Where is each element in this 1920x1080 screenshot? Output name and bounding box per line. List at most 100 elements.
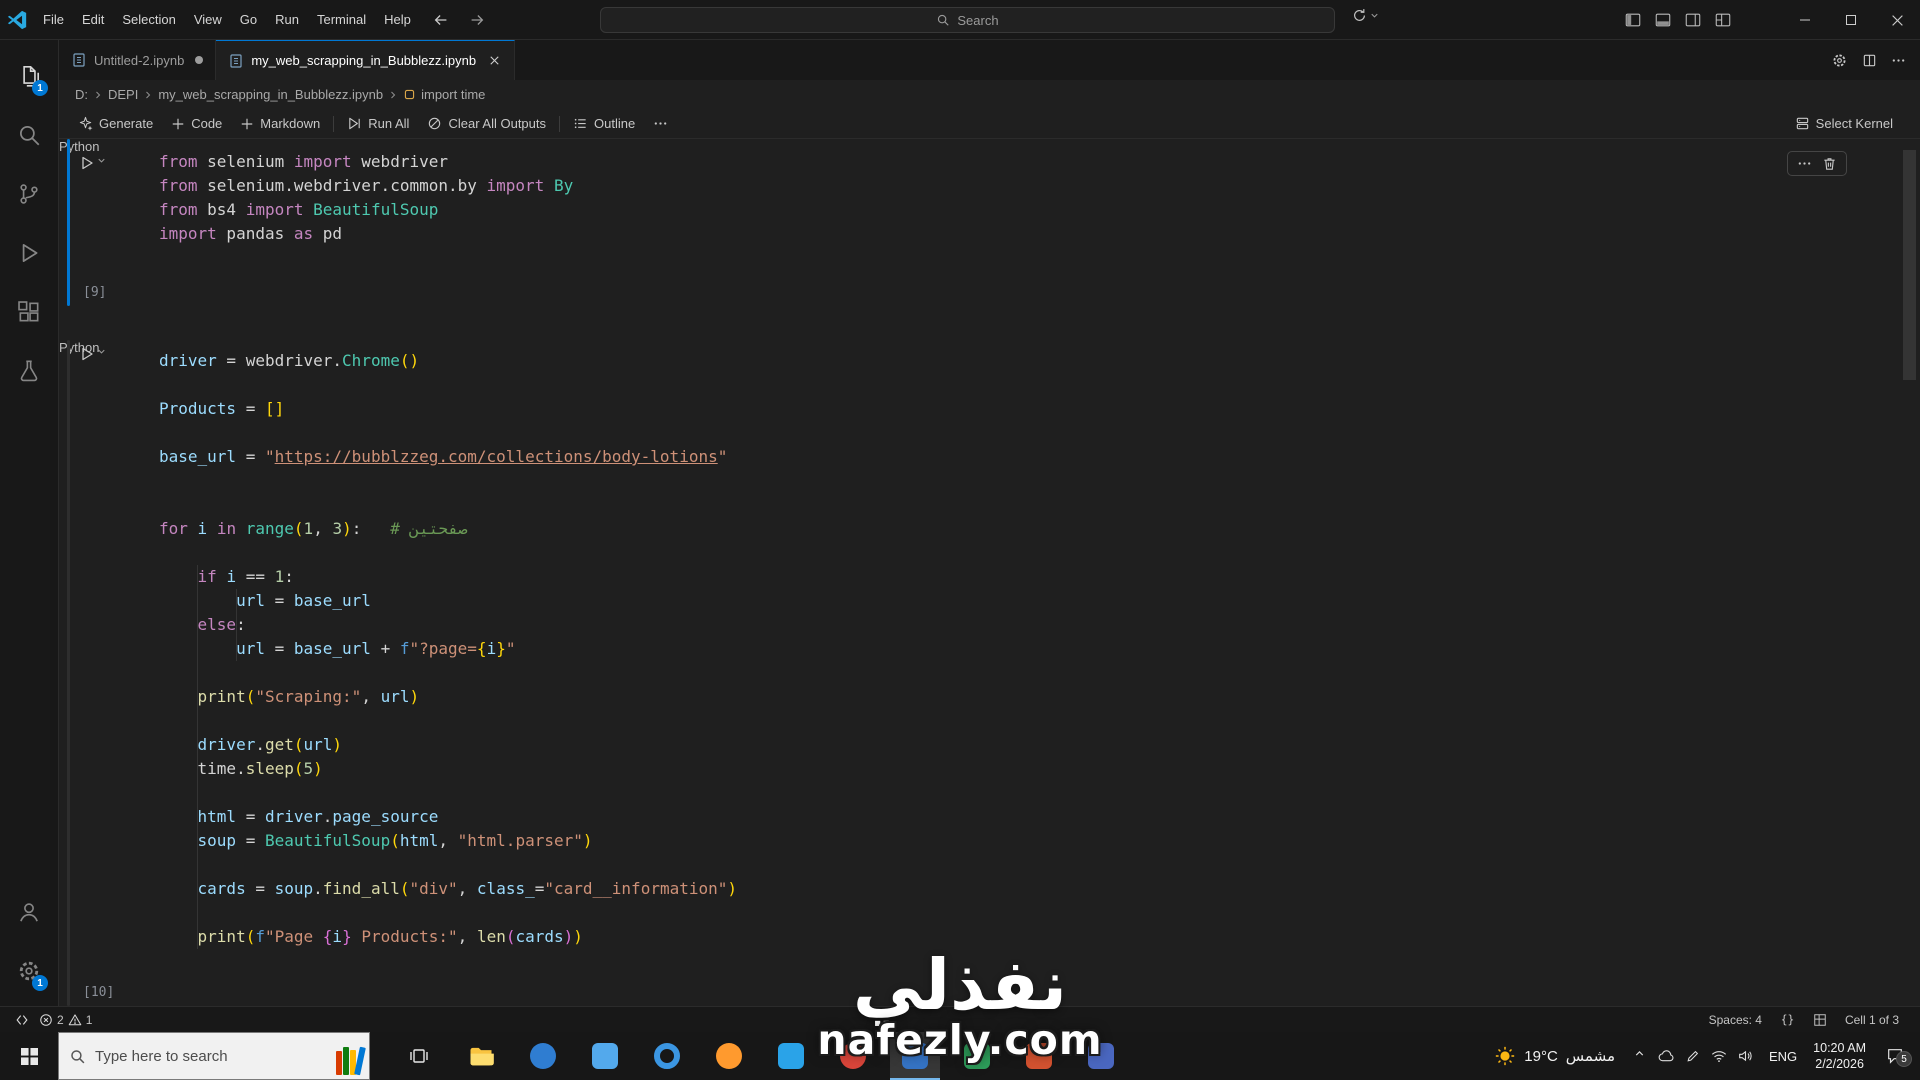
excel[interactable] (952, 1032, 1002, 1080)
tab-2[interactable]: my_web_scrapping_in_Bubblezz.ipynb (216, 40, 516, 80)
problems-indicator[interactable]: 2 1 (34, 1009, 97, 1031)
activity-accounts[interactable] (5, 882, 53, 941)
forward-button[interactable] (462, 5, 492, 35)
wifi-tray-icon[interactable] (1711, 1050, 1727, 1063)
menu-run[interactable]: Run (266, 0, 308, 40)
vscode[interactable] (766, 1032, 816, 1080)
close-window-button[interactable] (1874, 0, 1920, 40)
cell-code[interactable]: driver = webdriver.Chrome() Products = [… (159, 349, 1866, 949)
toolbar-select-kernel-button[interactable]: Select Kernel (1786, 111, 1902, 137)
more-actions-button[interactable] (1891, 53, 1906, 68)
status-braces[interactable]: {} (1775, 1009, 1800, 1031)
toggle-sidebar-icon[interactable] (1624, 11, 1642, 29)
menu-view[interactable]: View (185, 0, 231, 40)
indent-guide (197, 565, 198, 949)
language-indicator[interactable]: ENG (1765, 1049, 1801, 1064)
command-center-search[interactable]: Search (600, 7, 1335, 33)
edge-browser[interactable] (518, 1032, 568, 1080)
toolbar-label: Markdown (260, 116, 321, 131)
toolbar-clear-outputs-button[interactable]: Clear All Outputs (418, 111, 555, 137)
run-cell-button[interactable] (79, 346, 107, 362)
menu-go[interactable]: Go (231, 0, 266, 40)
toolbar-label: Clear All Outputs (448, 116, 546, 131)
toolbar-outline-button[interactable]: Outline (564, 111, 644, 137)
weather-widget[interactable]: 19°C مشمس (1488, 1045, 1621, 1067)
pen-tray-icon[interactable] (1686, 1049, 1700, 1063)
code-line: if i == 1: (197, 567, 294, 586)
split-editor-button[interactable] (1862, 53, 1877, 68)
more-actions-icon[interactable] (1797, 156, 1812, 171)
activity-settings[interactable]: 1 (5, 941, 53, 1000)
microsoft-store[interactable] (580, 1032, 630, 1080)
menu-selection[interactable]: Selection (113, 0, 184, 40)
cell-code[interactable]: from selenium import webdriver from selen… (159, 150, 1866, 246)
toolbar-run-all-button[interactable]: Run All (338, 111, 418, 137)
toolbar-add-markdown-button[interactable]: Markdown (231, 111, 329, 137)
firefox[interactable] (704, 1032, 754, 1080)
kernel-icon (1795, 116, 1810, 131)
show-hidden-icons-button[interactable] (1633, 1047, 1646, 1065)
cloud-tray-icon[interactable] (1658, 1049, 1675, 1063)
taskbar-search-placeholder: Type here to search (95, 1047, 228, 1065)
clock[interactable]: 10:20 AM 2/2/2026 (1813, 1040, 1866, 1073)
status-cell-indicator[interactable]: Cell 1 of 3 (1840, 1009, 1904, 1031)
toggle-secondary-sidebar-icon[interactable] (1684, 11, 1702, 29)
activity-run-debug[interactable] (5, 223, 53, 282)
start-button[interactable] (0, 1032, 58, 1080)
customize-layout-icon[interactable] (1714, 11, 1732, 29)
status-layout[interactable] (1808, 1009, 1832, 1031)
breadcrumb-item[interactable]: my_web_scrapping_in_Bubblezz.ipynb (158, 87, 383, 102)
menu-terminal[interactable]: Terminal (308, 0, 375, 40)
chevron-down-icon (96, 346, 107, 357)
menu-help[interactable]: Help (375, 0, 420, 40)
sync-button[interactable] (1352, 8, 1380, 23)
activity-testing[interactable] (5, 341, 53, 400)
toolbar-more-button[interactable] (644, 111, 677, 137)
powerpoint[interactable] (1014, 1032, 1064, 1080)
menu-edit[interactable]: Edit (73, 0, 113, 40)
status-indentation[interactable]: Spaces: 4 (1704, 1009, 1767, 1031)
activity-source-control[interactable] (5, 164, 53, 223)
back-button[interactable] (426, 5, 456, 35)
activity-extensions[interactable] (5, 282, 53, 341)
tray-icons (1658, 1049, 1753, 1063)
active-app[interactable] (890, 1032, 940, 1080)
execution-count: [10] (83, 985, 115, 1000)
chevron-right-icon (92, 89, 104, 101)
toolbar-label: Select Kernel (1815, 116, 1893, 131)
minimize-button[interactable] (1782, 0, 1828, 40)
notebook-cell[interactable]: from selenium import webdriver from selen… (59, 139, 1906, 306)
menu-file[interactable]: File (34, 0, 73, 40)
code-line: for i in range(1, 3): # صفحتين (159, 519, 468, 538)
notebook-settings-button[interactable] (1831, 52, 1848, 69)
notebook-cell[interactable]: driver = webdriver.Chrome() Products = [… (59, 340, 1906, 1006)
activity-search[interactable] (5, 105, 53, 164)
tab-strip: Untitled-2.ipynb my_web_scrapping_in_Bubb… (59, 40, 516, 80)
breadcrumb: D: DEPI my_web_scrapping_in_Bubblezz.ipynb… (59, 80, 1920, 109)
toggle-panel-icon[interactable] (1654, 11, 1672, 29)
speaker-tray-icon[interactable] (1738, 1049, 1753, 1063)
breadcrumb-item[interactable]: DEPI (108, 87, 138, 102)
action-center-button[interactable]: 5 (1878, 1047, 1912, 1067)
teams[interactable] (1076, 1032, 1126, 1080)
browser-app[interactable] (642, 1032, 692, 1080)
taskbar-search[interactable]: Type here to search (58, 1032, 370, 1080)
more-icon (653, 116, 668, 131)
file-explorer[interactable] (456, 1032, 506, 1080)
modified-dot-icon[interactable] (195, 56, 204, 64)
run-cell-button[interactable] (79, 155, 107, 171)
breadcrumb-item[interactable]: D: (75, 87, 88, 102)
editor-scrollbar[interactable] (1903, 150, 1916, 380)
taskbar: Type here to search 19°C مشمس ENG 10:20 … (0, 1032, 1920, 1080)
activity-explorer[interactable]: 1 (5, 46, 53, 105)
breadcrumb-label: D: (75, 87, 88, 102)
maximize-button[interactable] (1828, 0, 1874, 40)
delete-cell-icon[interactable] (1822, 156, 1837, 171)
media-app[interactable] (828, 1032, 878, 1080)
remote-indicator[interactable] (10, 1009, 34, 1031)
toolbar-add-code-button[interactable]: Code (162, 111, 231, 137)
toolbar-generate-button[interactable]: Generate (69, 111, 162, 137)
tab-1[interactable]: Untitled-2.ipynb (59, 40, 217, 80)
task-view-button[interactable] (394, 1032, 444, 1080)
breadcrumb-item[interactable]: import time (403, 87, 485, 102)
